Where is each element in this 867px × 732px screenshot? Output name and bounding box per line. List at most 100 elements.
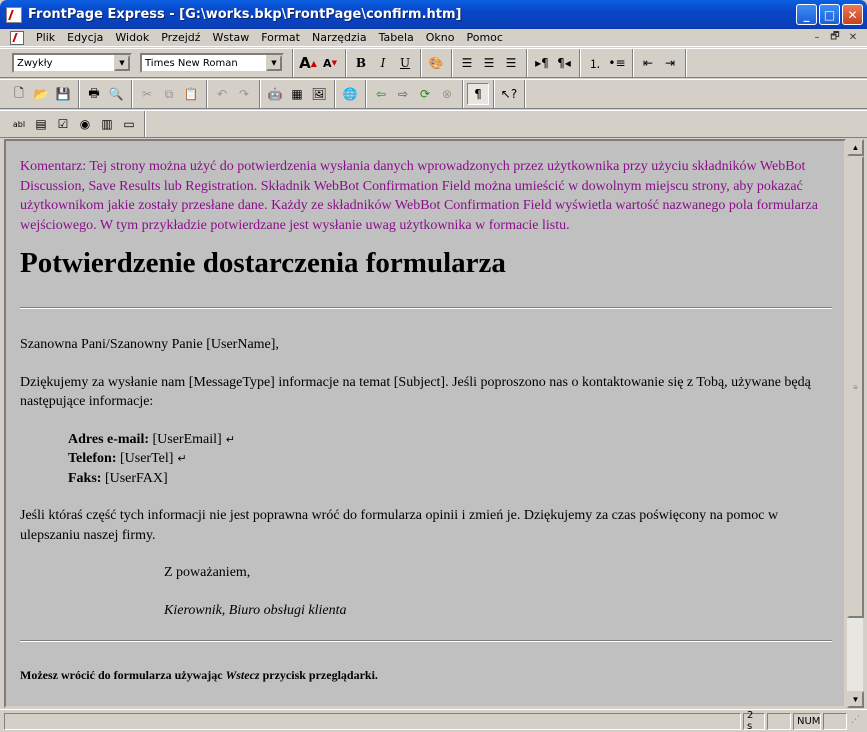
underline-icon[interactable]: U — [394, 52, 416, 74]
phone-label: Telefon: — [68, 451, 117, 466]
dropdown-menu-icon[interactable]: ▥ — [96, 113, 118, 135]
window-title: FrontPage Express - [G:\works.bkp\FrontP… — [28, 7, 462, 22]
show-paragraph-marks-icon[interactable]: ¶ — [467, 83, 489, 105]
menu-tabela[interactable]: Tabela — [373, 31, 420, 44]
greeting-text: Szanowna Pani/Szanowny Panie [UserName], — [20, 337, 279, 352]
decrease-indent-icon[interactable]: ⇤ — [637, 52, 659, 74]
checkbox-icon[interactable]: ☑ — [52, 113, 74, 135]
align-right-icon[interactable]: ☰ — [500, 52, 522, 74]
fax-value: [UserFAX] — [101, 470, 168, 486]
document-editor[interactable]: Komentarz: Tej strony można użyć do potw… — [4, 139, 846, 708]
stop-icon[interactable]: ⊗ — [436, 83, 458, 105]
webbot-icon[interactable]: 🤖 — [264, 83, 286, 105]
decrease-font-icon[interactable]: A ▼ — [319, 52, 341, 74]
frontpage-app-icon[interactable] — [6, 6, 22, 23]
insert-table-icon[interactable]: ▦ — [286, 83, 308, 105]
resize-grip-icon[interactable]: ⋰ — [851, 714, 865, 728]
footer-text: Możesz wrócić do formularza używając Wst… — [20, 668, 832, 683]
thanks-text: Dziękujemy za wysłanie nam [MessageType]… — [20, 374, 811, 410]
menu-format[interactable]: Format — [255, 31, 306, 44]
menu-bar: Plik Edycja Widok Przejdź Wstaw Format N… — [0, 29, 867, 47]
phone-value: [UserTel] — [116, 451, 174, 466]
footer-text-pre: Możesz wrócić do formularza używając — [20, 668, 226, 682]
vertical-scrollbar[interactable]: ▲ ≡ ▼ — [846, 139, 864, 708]
push-button-icon[interactable]: ▭ — [118, 113, 140, 135]
bold-icon[interactable]: B — [350, 52, 372, 74]
menu-narzedzia[interactable]: Narzędzia — [306, 31, 373, 44]
doc-minimize-button[interactable]: – — [809, 30, 825, 44]
menu-widok[interactable]: Widok — [109, 31, 155, 44]
standard-toolbar: 🗋 📂 💾 🖶 🔍 ✂ ⧉ 📋 ↶ ↷ 🤖 ▦ 🖼 🌐 ⇦ ⇨ ⟳ ⊗ ¶ ↖? — [0, 79, 867, 109]
status-message — [4, 712, 741, 730]
minimize-button[interactable]: _ — [796, 4, 817, 25]
doc-close-button[interactable]: ✕ — [845, 30, 861, 44]
redo-icon[interactable]: ↷ — [233, 83, 255, 105]
print-preview-icon[interactable]: 🔍 — [105, 83, 127, 105]
align-left-icon[interactable]: ☰ — [456, 52, 478, 74]
text-color-icon[interactable]: 🎨 — [425, 52, 447, 74]
status-empty-cell — [767, 712, 791, 730]
document-icon[interactable] — [10, 30, 24, 45]
increase-indent-icon[interactable]: ⇥ — [659, 52, 681, 74]
font-select-value: Times New Roman — [145, 57, 238, 69]
close-button[interactable]: ✕ — [842, 4, 863, 25]
print-icon[interactable]: 🖶 — [83, 83, 105, 105]
chevron-down-icon[interactable]: ▼ — [114, 55, 130, 71]
italic-icon[interactable]: I — [372, 52, 394, 74]
copy-icon[interactable]: ⧉ — [158, 83, 180, 105]
format-toolbar: Zwykły ▼ Times New Roman ▼ A ▲ A ▼ B I U 🎨… — [0, 48, 867, 78]
status-bar: 2 s NUM ⋰ — [0, 709, 867, 732]
increase-font-icon[interactable]: A ▲ — [297, 52, 319, 74]
bulleted-list-icon[interactable]: •≡ — [606, 52, 628, 74]
menu-okno[interactable]: Okno — [420, 31, 461, 44]
forward-arrow-icon[interactable]: ⇨ — [392, 83, 414, 105]
scrolling-textbox-icon[interactable]: ▤ — [30, 113, 52, 135]
status-empty-cell — [823, 712, 847, 730]
forms-toolbar: abl ▤ ☑ ◉ ▥ ▭ — [0, 110, 867, 138]
footer-text-post: przycisk przeglądarki. — [259, 668, 378, 682]
help-pointer-icon[interactable]: ↖? — [498, 83, 520, 105]
ltr-paragraph-icon[interactable]: ▸¶ — [531, 52, 553, 74]
page-heading: Potwierdzenie dostarczenia formularza — [20, 247, 506, 279]
back-arrow-icon[interactable]: ⇦ — [370, 83, 392, 105]
correction-text: Jeśli któraś część tych informacji nie j… — [20, 508, 779, 543]
refresh-icon[interactable]: ⟳ — [414, 83, 436, 105]
menu-plik[interactable]: Plik — [30, 31, 61, 44]
rtl-paragraph-icon[interactable]: ¶◂ — [553, 52, 575, 74]
line-break-icon: ↵ — [225, 432, 235, 446]
radio-button-icon[interactable]: ◉ — [74, 113, 96, 135]
font-select[interactable]: Times New Roman ▼ — [140, 53, 284, 73]
email-value: [UserEmail] — [149, 431, 222, 447]
scrollbar-thumb[interactable]: ≡ — [847, 156, 864, 618]
signature-text: Kierownik, Biuro obsługi klienta — [164, 602, 347, 618]
cut-icon[interactable]: ✂ — [136, 83, 158, 105]
open-folder-icon[interactable]: 📂 — [30, 83, 52, 105]
doc-restore-button[interactable]: 🗗 — [827, 30, 843, 44]
align-center-icon[interactable]: ☰ — [478, 52, 500, 74]
chevron-down-icon[interactable]: ▼ — [266, 55, 282, 71]
scroll-up-icon[interactable]: ▲ — [847, 139, 864, 156]
closing-text: Z poważaniem, — [164, 565, 251, 580]
status-time: 2 s — [743, 710, 765, 732]
style-select-value: Zwykły — [17, 57, 53, 69]
numbered-list-icon[interactable]: ⒈ — [584, 52, 606, 74]
status-num: NUM — [793, 712, 821, 730]
maximize-button[interactable]: □ — [819, 4, 840, 25]
insert-image-icon[interactable]: 🖼 — [308, 83, 330, 105]
undo-icon[interactable]: ↶ — [211, 83, 233, 105]
menu-edycja[interactable]: Edycja — [61, 31, 109, 44]
menu-wstaw[interactable]: Wstaw — [207, 31, 256, 44]
one-line-textbox-icon[interactable]: abl — [8, 113, 30, 135]
menu-pomoc[interactable]: Pomoc — [460, 31, 508, 44]
hyperlink-icon[interactable]: 🌐 — [339, 83, 361, 105]
style-select[interactable]: Zwykły ▼ — [12, 53, 132, 73]
save-icon[interactable]: 💾 — [52, 83, 74, 105]
fax-label: Faks: — [68, 470, 102, 486]
email-label: Adres e-mail: — [68, 431, 149, 447]
paste-icon[interactable]: 📋 — [180, 83, 202, 105]
title-bar[interactable]: FrontPage Express - [G:\works.bkp\FrontP… — [0, 0, 867, 29]
menu-przejdz[interactable]: Przejdź — [155, 31, 206, 44]
scroll-down-icon[interactable]: ▼ — [847, 691, 864, 708]
new-document-icon[interactable]: 🗋 — [8, 83, 30, 105]
horizontal-rule — [20, 307, 832, 309]
